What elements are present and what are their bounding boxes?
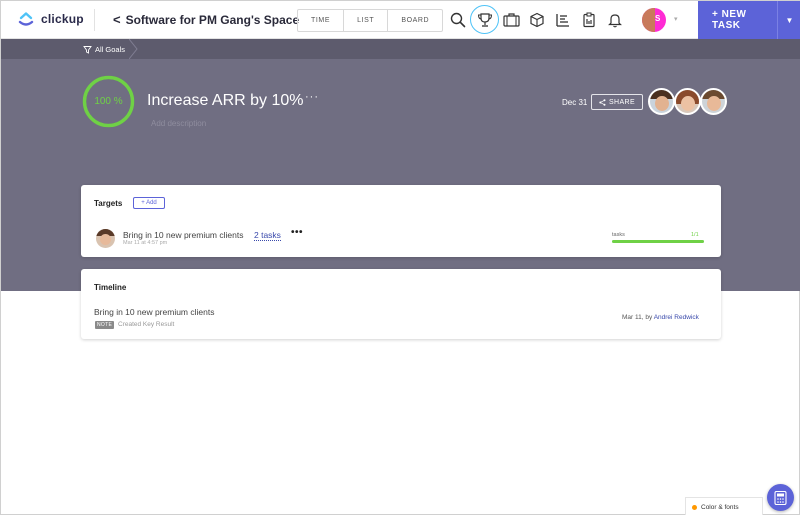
space-title-link[interactable]: < Software for PM Gang's Space: [113, 12, 299, 27]
target-name[interactable]: Bring in 10 new premium clients: [123, 230, 243, 240]
goal-title[interactable]: Increase ARR by 10%: [147, 92, 304, 110]
timeline-entry-name: Bring in 10 new premium clients: [94, 307, 215, 317]
color-fonts-label: Color & fonts: [701, 503, 739, 511]
search-icon[interactable]: [448, 10, 468, 30]
target-more-menu-icon[interactable]: •••: [291, 227, 303, 238]
goal-description-field[interactable]: Add description: [151, 119, 206, 128]
target-owner-avatar: [96, 229, 115, 248]
goal-progress-text: 100 %: [94, 96, 123, 107]
timeline-card: Timeline Bring in 10 new premium clients…: [81, 269, 721, 339]
member-avatar[interactable]: [674, 88, 701, 115]
timeline-entry-date: Mar 11, by: [622, 314, 653, 321]
briefcase-icon[interactable]: [501, 10, 521, 30]
space-title: Software for PM Gang's Space: [125, 12, 300, 27]
timeline-entry-author[interactable]: Andrei Redwick: [654, 314, 699, 321]
add-target-button[interactable]: + Add: [133, 197, 165, 209]
targets-card: Targets + Add Bring in 10 new premium cl…: [81, 185, 721, 257]
goal-due-date[interactable]: Dec 31: [562, 98, 587, 107]
timeline-entry-action: Created Key Result: [118, 321, 175, 328]
tab-list[interactable]: LIST: [344, 10, 389, 31]
logo-text: clickup: [41, 12, 84, 26]
avatar-face: [642, 8, 655, 32]
new-task-button[interactable]: + NEW TASK ▼: [698, 1, 800, 39]
timeline-title: Timeline: [94, 283, 127, 292]
target-progress-count: 1/1: [691, 232, 699, 238]
target-created-date: Mar 11 at 4:57 pm: [123, 240, 168, 246]
new-task-label: + NEW TASK: [712, 9, 747, 31]
user-avatar[interactable]: S: [642, 8, 666, 32]
breadcrumb-all-goals: All Goals: [95, 44, 126, 54]
target-tasks-link[interactable]: 2 tasks: [254, 230, 281, 241]
view-tabs: TIME LIST BOARD: [297, 9, 444, 32]
share-icon: [599, 98, 606, 106]
clickup-logo-icon: [18, 12, 34, 26]
color-fonts-button[interactable]: Color & fonts: [685, 497, 763, 515]
targets-title: Targets: [94, 199, 123, 208]
target-progress-bar: [612, 240, 704, 243]
tab-time[interactable]: TIME: [298, 10, 345, 31]
list-chart-icon[interactable]: [553, 10, 573, 30]
member-avatar[interactable]: [700, 88, 727, 115]
target-progress-fill: [612, 240, 704, 243]
share-label: SHARE: [608, 98, 636, 106]
breadcrumb-arrow: [129, 39, 138, 59]
member-avatar[interactable]: [648, 88, 675, 115]
app-logo[interactable]: clickup: [17, 10, 84, 28]
timeline-note-tag: NOTE: [95, 321, 115, 329]
goal-members[interactable]: [648, 88, 727, 115]
back-chevron-icon: <: [113, 12, 121, 27]
share-button[interactable]: SHARE: [591, 94, 643, 110]
funnel-icon: [83, 45, 92, 54]
avatar-initial: S: [655, 14, 661, 23]
divider: [94, 9, 95, 31]
clipboard-icon[interactable]: [579, 10, 599, 30]
box-icon[interactable]: [527, 10, 547, 30]
bell-icon[interactable]: [605, 10, 625, 30]
palette-dot-icon: [692, 504, 697, 510]
trophy-icon[interactable]: [475, 10, 495, 30]
new-task-dropdown-icon[interactable]: ▼: [777, 1, 800, 39]
user-menu-caret-icon[interactable]: ▾: [674, 15, 678, 23]
target-progress-label: tasks: [612, 232, 625, 238]
calculator-icon[interactable]: [767, 484, 794, 511]
breadcrumb[interactable]: All Goals: [83, 39, 125, 59]
top-bar: clickup < Software for PM Gang's Space T…: [1, 1, 800, 39]
timeline-entry-meta: Mar 11, by Andrei Redwick: [622, 314, 699, 321]
tab-board[interactable]: BOARD: [388, 10, 442, 31]
goal-more-menu-icon[interactable]: ···: [305, 91, 319, 103]
